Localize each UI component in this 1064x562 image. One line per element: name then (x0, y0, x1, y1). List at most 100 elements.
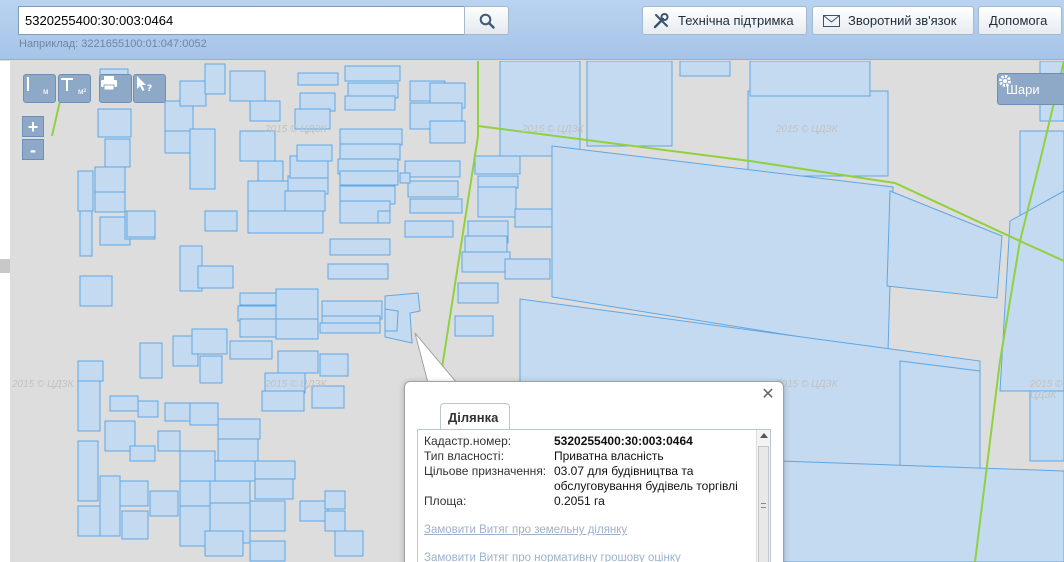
land-parcel[interactable] (126, 210, 156, 238)
land-parcel[interactable] (229, 340, 273, 360)
land-parcel[interactable] (299, 92, 336, 112)
land-parcel[interactable] (327, 263, 389, 280)
land-parcel[interactable] (319, 322, 381, 334)
land-parcel[interactable] (109, 395, 139, 412)
land-parcel[interactable] (477, 186, 517, 218)
land-parcel[interactable] (461, 251, 511, 273)
land-parcel[interactable] (339, 170, 399, 186)
land-parcel[interactable] (586, 61, 673, 147)
land-parcel[interactable] (1029, 390, 1064, 462)
land-parcel[interactable] (77, 380, 101, 432)
help-button[interactable]: Допомога (978, 6, 1062, 35)
feedback-button[interactable]: Зворотний зв'язок (812, 6, 974, 35)
land-parcel[interactable] (277, 350, 319, 374)
land-parcel[interactable] (189, 128, 216, 190)
land-parcel[interactable] (239, 292, 279, 306)
land-parcel[interactable] (329, 238, 391, 256)
popup-scrollbar[interactable] (756, 430, 770, 562)
land-parcel[interactable] (164, 130, 194, 154)
land-parcel[interactable] (137, 400, 159, 418)
land-parcel[interactable] (319, 353, 349, 377)
land-parcel[interactable] (79, 210, 93, 257)
land-parcel[interactable] (99, 475, 121, 537)
land-parcel[interactable] (239, 130, 276, 162)
land-parcel[interactable] (204, 210, 238, 232)
land-parcel[interactable] (204, 530, 244, 557)
land-parcel[interactable] (499, 61, 581, 157)
land-parcel[interactable] (384, 308, 399, 332)
land-parcel[interactable] (299, 500, 329, 522)
land-parcel[interactable] (474, 155, 521, 175)
land-parcel[interactable] (77, 440, 99, 502)
land-parcel[interactable] (339, 143, 401, 161)
land-parcel[interactable] (324, 490, 346, 510)
land-parcel[interactable] (149, 490, 179, 517)
land-parcel[interactable] (679, 61, 731, 77)
land-parcel[interactable] (217, 418, 261, 440)
measure-area-tool[interactable]: м² (58, 74, 91, 103)
land-parcel[interactable] (344, 95, 396, 111)
land-parcel[interactable] (139, 342, 163, 379)
land-parcel[interactable] (377, 210, 391, 224)
land-parcel[interactable] (204, 63, 226, 95)
land-parcel[interactable] (457, 282, 499, 304)
land-parcel[interactable] (296, 144, 333, 162)
tab-parcel[interactable]: Ділянка (440, 403, 510, 430)
land-parcel[interactable] (284, 190, 326, 212)
land-parcel[interactable] (254, 478, 294, 500)
land-parcel[interactable] (129, 445, 156, 462)
land-parcel[interactable] (249, 540, 286, 562)
scroll-up-icon[interactable] (760, 433, 768, 438)
land-parcel[interactable] (247, 180, 289, 212)
land-parcel[interactable] (749, 61, 871, 97)
land-parcel[interactable] (77, 360, 104, 382)
land-parcel[interactable] (191, 328, 228, 355)
tech-support-button[interactable]: Технічна підтримка (642, 6, 807, 35)
land-parcel[interactable] (999, 190, 1064, 392)
land-parcel[interactable] (77, 170, 94, 212)
land-parcel[interactable] (94, 191, 126, 213)
land-parcel[interactable] (407, 180, 459, 198)
cadastral-search-input[interactable] (18, 6, 465, 35)
land-parcel[interactable] (179, 80, 207, 107)
land-parcel[interactable] (344, 65, 401, 82)
land-parcel[interactable] (254, 460, 296, 480)
land-parcel[interactable] (504, 258, 551, 280)
land-parcel[interactable] (79, 275, 113, 307)
land-parcel[interactable] (409, 198, 463, 214)
land-parcel[interactable] (104, 138, 131, 168)
land-parcel[interactable] (477, 175, 519, 189)
cadastral-map[interactable]: 2015 © ЦДЗК 2015 © ЦДЗК 2015 © ЦДЗК 2015… (0, 61, 1064, 562)
land-parcel[interactable] (249, 500, 286, 532)
land-parcel[interactable] (214, 460, 256, 482)
land-parcel[interactable] (217, 438, 259, 462)
land-parcel[interactable] (199, 355, 223, 384)
land-parcel[interactable] (119, 480, 149, 507)
land-parcel[interactable] (77, 505, 101, 537)
land-parcel[interactable] (247, 210, 324, 234)
order-valuation-link[interactable]: Замовити Витяг про нормативну грошову оц… (424, 552, 681, 562)
land-parcel[interactable] (261, 390, 305, 412)
land-parcel[interactable] (324, 510, 346, 532)
land-parcel[interactable] (97, 108, 132, 138)
land-parcel[interactable] (164, 402, 191, 422)
land-parcel[interactable] (249, 100, 281, 122)
land-parcel[interactable] (334, 530, 364, 557)
land-parcel[interactable] (404, 220, 454, 238)
land-parcel[interactable] (429, 120, 466, 144)
identify-tool[interactable]: ? (133, 74, 166, 103)
land-parcel[interactable] (399, 172, 411, 184)
land-parcel[interactable] (179, 450, 216, 482)
print-button[interactable] (99, 74, 132, 103)
land-parcel[interactable] (229, 70, 266, 102)
layers-button[interactable]: Шари (997, 73, 1064, 105)
land-parcel[interactable] (157, 430, 181, 452)
land-parcel[interactable] (197, 265, 234, 289)
zoom-in-button[interactable]: + (22, 116, 44, 137)
land-parcel[interactable] (404, 160, 461, 178)
land-parcel[interactable] (189, 402, 219, 426)
search-button[interactable] (464, 6, 509, 35)
land-parcel[interactable] (297, 72, 339, 86)
order-extract-link[interactable]: Замовити Витяг про земельну ділянку (424, 524, 627, 536)
land-parcel[interactable] (239, 318, 277, 338)
